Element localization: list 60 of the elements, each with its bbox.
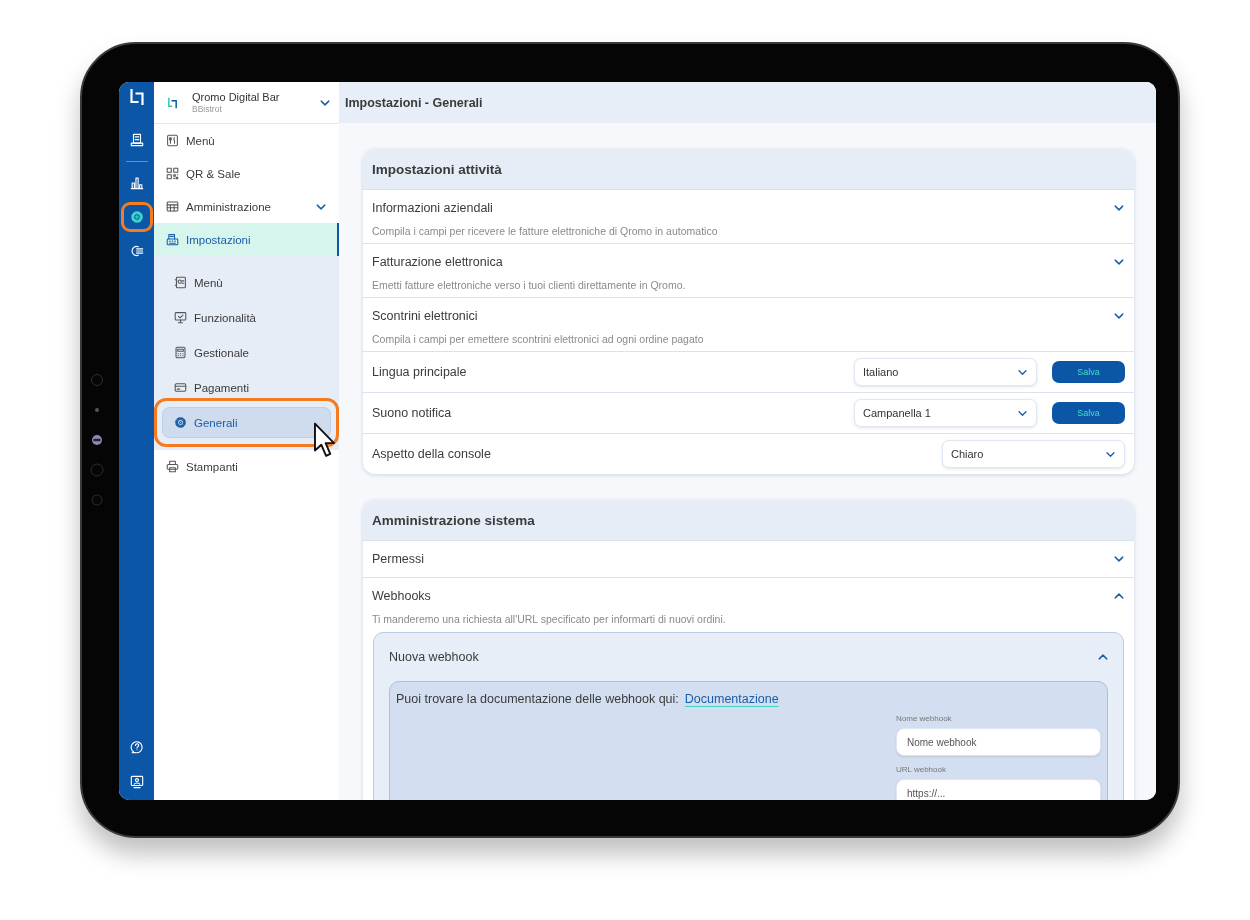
settings-icon: [174, 416, 187, 429]
dropdown-select[interactable]: Campanella 1: [854, 399, 1037, 427]
setting-label: Aspetto della console: [372, 447, 492, 461]
card-title: Amministrazione sistema: [372, 512, 535, 528]
help-icon: [129, 740, 144, 754]
submenu-item[interactable]: Gestionale: [162, 337, 331, 368]
input-field[interactable]: Nome webhook: [896, 728, 1101, 756]
book-icon: [174, 276, 187, 289]
documentation-link[interactable]: Documentazione: [684, 692, 779, 706]
field-label: Nome webhook: [896, 713, 952, 724]
dropdown-select[interactable]: Italiano: [854, 358, 1037, 386]
sensor-dot-icon: [90, 493, 104, 507]
submenu-item[interactable]: Pagamenti: [162, 372, 331, 403]
dropdown-select[interactable]: Chiaro: [942, 440, 1125, 468]
logo-icon[interactable]: [128, 88, 145, 106]
sensor-dot-icon: [90, 373, 104, 387]
qr-code-icon: [166, 167, 179, 180]
section-title[interactable]: Permessi: [372, 551, 425, 567]
sidebar-item[interactable]: QR & Sale: [154, 157, 339, 190]
setting-label: Lingua principale: [372, 365, 468, 379]
sidebar-item[interactable]: Menù: [154, 124, 339, 157]
section-description: Compila i campi per emettere scontrini elettronici ad ogni ordine pagato: [372, 333, 705, 346]
logo-icon: [167, 96, 178, 109]
cash-register-icon: [166, 233, 179, 246]
section-description: Emetti fatture elettroniche verso i tuoi clienti direttamente in Qromo.: [372, 279, 687, 292]
sensor-dot-icon: [90, 463, 104, 477]
page-title: Impostazioni - Generali: [345, 95, 483, 110]
save-button[interactable]: Salva: [1052, 402, 1125, 424]
monitor-user-icon: [129, 775, 144, 789]
monitor-check-icon: [174, 311, 187, 324]
section-description: Ti manderemo una richiesta all'URL specificato per informarti di nuovi ordini.: [372, 613, 727, 626]
card-title: Impostazioni attività: [372, 161, 502, 177]
section-title[interactable]: Fatturazione elettronica: [372, 254, 503, 270]
table-icon: [166, 200, 179, 213]
field-label: URL webhook: [896, 764, 946, 775]
credit-card-icon: [174, 381, 187, 394]
settings-icon: [129, 210, 144, 224]
setting-label: Suono notifica: [372, 406, 453, 420]
menu-card-icon: [166, 134, 179, 147]
input-field[interactable]: https://...: [896, 779, 1101, 800]
save-button[interactable]: Salva: [1052, 361, 1125, 383]
bar-chart-icon: [129, 176, 144, 190]
receipt-icon: [129, 133, 144, 147]
submenu-item[interactable]: Funzionalità: [162, 302, 331, 333]
calculator-icon: [174, 346, 187, 359]
sidebar-item[interactable]: Stampanti: [154, 450, 339, 483]
panel-title[interactable]: Nuova webhook: [389, 649, 479, 665]
printer-icon: [166, 460, 179, 473]
section-title[interactable]: Scontrini elettronici: [372, 308, 478, 324]
submenu-item[interactable]: Menù: [162, 267, 331, 298]
coin-icon: [129, 244, 144, 258]
rail-button[interactable]: [120, 202, 153, 232]
section-description: Compila i campi per ricevere le fatture elettroniche di Qromo in automatico: [372, 225, 719, 238]
sidebar-item[interactable]: Amministrazione: [154, 190, 339, 223]
section-title[interactable]: Webhooks: [372, 588, 431, 604]
sensor-dot-icon: [90, 433, 104, 447]
help-text: Puoi trovare la documentazione delle webhook qui: Documentazione: [396, 691, 780, 707]
section-title[interactable]: Informazioni aziendali: [372, 200, 493, 216]
submenu-item[interactable]: Generali: [162, 407, 331, 438]
sidebar-item[interactable]: Impostazioni: [154, 223, 339, 256]
